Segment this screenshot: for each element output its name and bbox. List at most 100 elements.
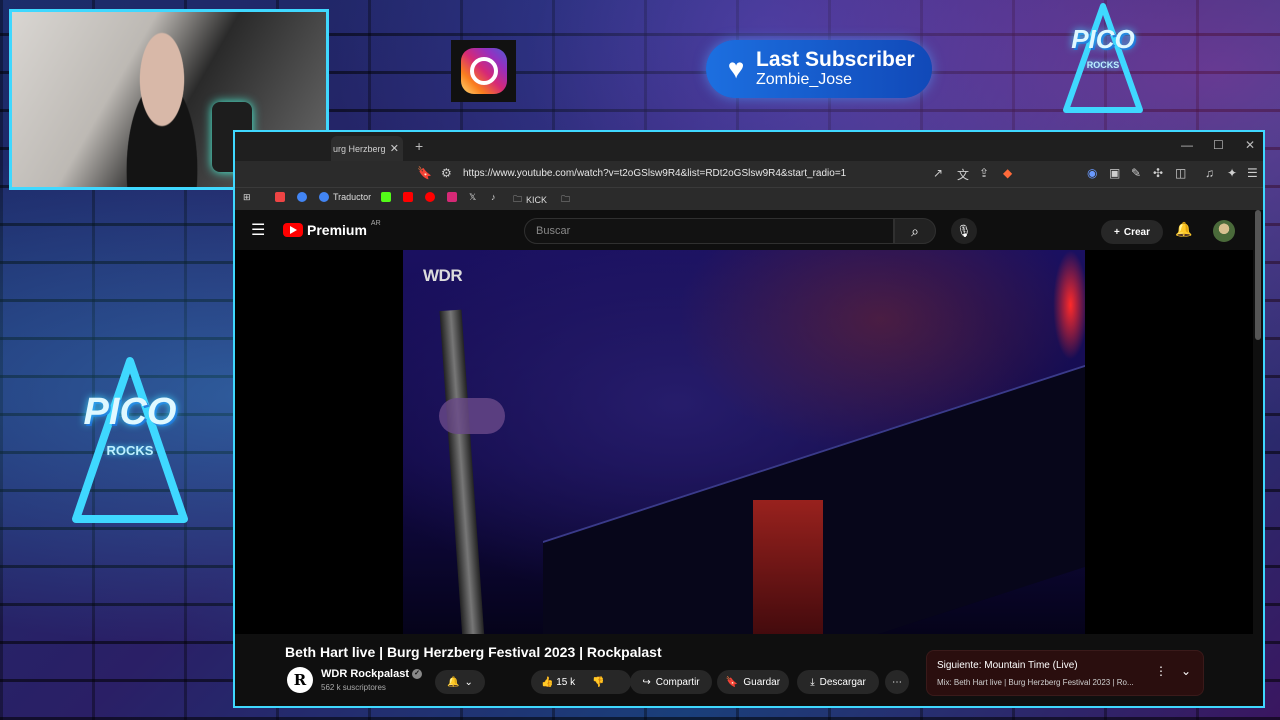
- youtube-header: ☰ Premium AR ⌕ 🎙 + Crear 🔔: [235, 210, 1253, 250]
- musician-hand: [439, 398, 505, 434]
- address-bar: 🔖 ⚙ https://www.youtube.com/watch?v=t2oG…: [235, 161, 1263, 187]
- close-tab-icon[interactable]: ✕: [390, 142, 399, 155]
- premium-label: Premium: [307, 222, 367, 238]
- tiktok-icon[interactable]: ♪: [491, 192, 496, 202]
- wallet-icon[interactable]: ▣: [1109, 166, 1120, 180]
- stage-light: [753, 500, 823, 634]
- like-count: 15 k: [556, 676, 576, 688]
- save-button[interactable]: 🔖 Guardar: [717, 670, 789, 694]
- up-next-subtitle: Mix: Beth Hart live | Burg Herzberg Fest…: [937, 678, 1134, 687]
- share-button[interactable]: ↪ Compartir: [630, 670, 712, 694]
- puzzle-icon[interactable]: ✣: [1153, 166, 1163, 180]
- stage-light: [1053, 250, 1085, 360]
- site-settings-icon[interactable]: ⚙: [441, 166, 452, 180]
- dislike-button[interactable]: 👎: [592, 677, 604, 688]
- subscriber-count: 562 k suscriptores: [321, 683, 386, 692]
- new-tab-icon[interactable]: +: [415, 138, 423, 154]
- pico-rocks-logo-small: PICO ROCKS: [1062, 2, 1144, 118]
- avatar[interactable]: [1213, 220, 1235, 242]
- bookmark-translator[interactable]: Traductor: [319, 192, 371, 202]
- tab-title: urg Herzberg: [333, 143, 386, 154]
- create-button[interactable]: + Crear: [1101, 220, 1163, 244]
- voice-search-button[interactable]: 🎙: [951, 218, 977, 244]
- close-window-icon[interactable]: ✕: [1245, 138, 1255, 152]
- url-field[interactable]: https://www.youtube.com/watch?v=t2oGSlsw…: [463, 168, 846, 179]
- video-frame: WDR: [403, 250, 1085, 634]
- video-player[interactable]: WDR: [235, 250, 1253, 634]
- last-subscriber-widget: ♥ Last Subscriber Zombie_Jose: [706, 40, 932, 98]
- download-button[interactable]: ⤓ Descargar: [797, 670, 879, 694]
- translate-icon[interactable]: 文: [957, 166, 969, 183]
- download-icon: ⤓: [810, 676, 815, 688]
- channel-info: R WDR Rockpalast ✓ 562 k suscriptores: [287, 667, 423, 693]
- kebab-menu-icon[interactable]: ⋮: [1155, 664, 1167, 678]
- wdr-watermark: WDR: [423, 266, 463, 285]
- pen-icon[interactable]: ✎: [1131, 166, 1141, 180]
- bookmark-outline-icon: 🔖: [725, 676, 739, 688]
- like-button[interactable]: 👍 15 k: [541, 677, 575, 688]
- last-subscriber-label: Last Subscriber: [756, 48, 915, 71]
- kick-icon[interactable]: [381, 192, 391, 202]
- thumbs-down-icon: 👎: [592, 676, 605, 688]
- search-input[interactable]: [525, 219, 887, 243]
- more-icon: ⋯: [892, 676, 902, 688]
- double-bass: [439, 309, 485, 634]
- country-code: AR: [370, 219, 381, 227]
- chevron-down-icon[interactable]: ⌄: [1181, 664, 1191, 678]
- leo-icon[interactable]: ✦: [1227, 166, 1237, 180]
- minimize-icon[interactable]: —: [1181, 138, 1193, 152]
- brave-shield-icon[interactable]: ◆: [1003, 166, 1012, 180]
- google-icon[interactable]: [297, 192, 307, 202]
- youtube-icon[interactable]: [403, 192, 413, 202]
- scrollbar[interactable]: [1255, 210, 1261, 340]
- apps-icon[interactable]: ⊞: [243, 192, 251, 203]
- screenshot-icon[interactable]: ◫: [1175, 166, 1186, 180]
- plus-icon: +: [1114, 226, 1120, 238]
- notifications-icon[interactable]: 🔔: [1175, 221, 1192, 238]
- folder-icon: 🗀: [513, 194, 523, 204]
- up-next-card[interactable]: Siguiente: Mountain Time (Live) Mix: Bet…: [926, 650, 1204, 696]
- mic-icon: 🎙: [956, 224, 972, 238]
- search-button[interactable]: ⌕: [894, 218, 936, 244]
- more-actions-button[interactable]: ⋯: [885, 670, 909, 694]
- bookmark-app[interactable]: [275, 192, 285, 202]
- youtube-logo[interactable]: Premium AR: [283, 219, 381, 238]
- last-subscriber-name: Zombie_Jose: [756, 71, 853, 88]
- folder-icon[interactable]: 🗀: [561, 192, 570, 208]
- instagram-icon: [451, 40, 516, 102]
- search-box: [524, 218, 894, 244]
- media-icon[interactable]: ♫: [1205, 166, 1214, 180]
- bookmark-kick-folder[interactable]: 🗀 KICK: [513, 192, 547, 208]
- bell-icon: 🔔: [447, 676, 460, 688]
- up-next-title: Siguiente: Mountain Time (Live): [937, 660, 1078, 671]
- bookmark-icon[interactable]: 🔖: [417, 166, 432, 180]
- pico-rocks-logo-large: PICO ROCKS: [70, 355, 190, 530]
- open-external-icon[interactable]: ↗: [933, 166, 943, 180]
- browser-tab[interactable]: urg Herzberg ✕: [331, 136, 403, 161]
- video-title: Beth Hart live | Burg Herzberg Festival …: [285, 644, 662, 660]
- heart-icon: ♥: [727, 53, 745, 84]
- subscription-bell-button[interactable]: 🔔 ⌄: [435, 670, 485, 694]
- channel-avatar[interactable]: R: [287, 667, 313, 693]
- share-icon[interactable]: ⇪: [979, 166, 989, 180]
- youtube-play-icon: [283, 223, 303, 237]
- youtube-music-icon[interactable]: [425, 192, 435, 202]
- translator-icon: [319, 192, 329, 202]
- instagram-bookmark-icon[interactable]: [447, 192, 457, 202]
- hamburger-menu-icon[interactable]: ☰: [251, 220, 265, 240]
- verified-icon: ✓: [412, 669, 423, 680]
- extension-icon[interactable]: ◉: [1087, 166, 1097, 180]
- bookmarks-bar: ⊞ Traductor 𝕏 ♪ 🗀 KICK 🗀: [235, 187, 1263, 210]
- x-icon[interactable]: 𝕏: [469, 192, 476, 203]
- like-dislike-group: 👍 15 k 👎: [531, 670, 631, 694]
- streamer: [107, 30, 217, 187]
- share-arrow-icon: ↪: [642, 676, 651, 688]
- channel-name[interactable]: WDR Rockpalast ✓: [321, 668, 423, 680]
- menu-icon[interactable]: ☰: [1247, 166, 1258, 180]
- tab-bar: urg Herzberg ✕ + — ☐ ✕: [235, 132, 1263, 161]
- search-icon: ⌕: [911, 223, 919, 239]
- thumbs-up-icon: 👍: [541, 676, 554, 688]
- maximize-icon[interactable]: ☐: [1213, 138, 1224, 152]
- browser-window: urg Herzberg ✕ + — ☐ ✕ 🔖 ⚙ https://www.y…: [233, 130, 1265, 708]
- chevron-down-icon: ⌄: [464, 676, 473, 688]
